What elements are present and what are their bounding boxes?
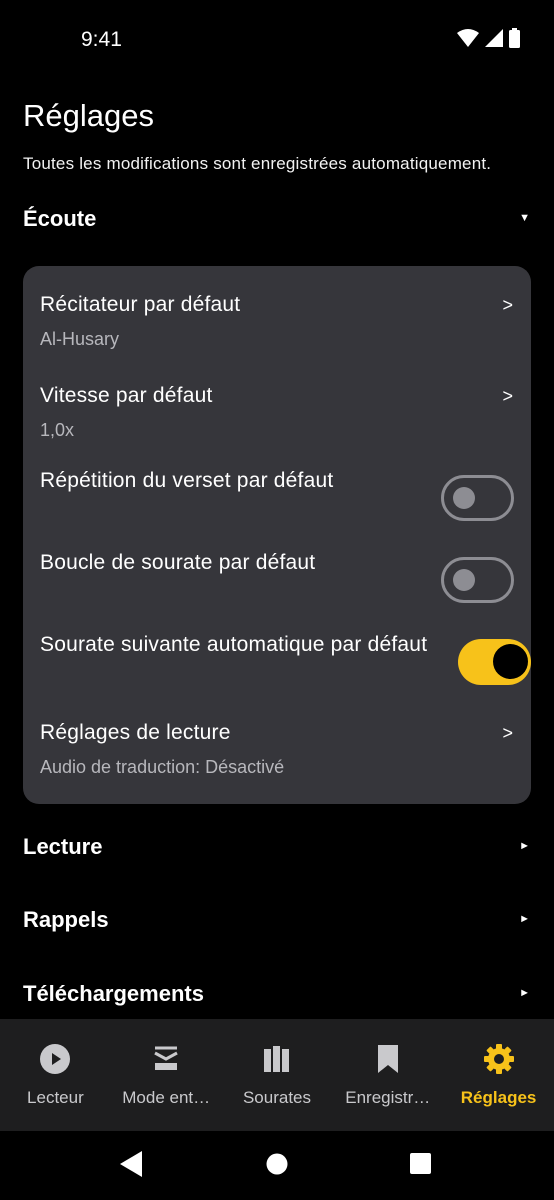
- section-reading-header[interactable]: Lecture ►: [0, 824, 554, 874]
- row-value: Al-Husary: [40, 329, 120, 349]
- chevron-right-icon: >: [502, 723, 513, 743]
- expand-arrow-icon: ►: [519, 987, 530, 999]
- row-title: Boucle de sourate par défaut: [40, 551, 316, 574]
- auto-next-surah-row[interactable]: Sourate suivante automatique par défaut: [23, 612, 531, 694]
- gear-icon: [483, 1043, 515, 1075]
- system-navigation-bar: [0, 1131, 554, 1200]
- repeat-verse-toggle[interactable]: [441, 475, 514, 521]
- chevron-right-icon: >: [502, 386, 513, 406]
- row-value: 1,0x: [40, 420, 75, 440]
- section-title: Lecture: [23, 834, 103, 859]
- section-title: Rappels: [23, 907, 109, 932]
- listening-settings-card: Récitateur par défaut Al-Husary > Vitess…: [23, 266, 531, 804]
- toggle-knob: [453, 487, 475, 509]
- row-title: Sourate suivante automatique par défaut: [40, 633, 428, 656]
- nav-label: Enregistr…: [345, 1088, 431, 1107]
- status-bar: 9:41: [0, 0, 554, 80]
- nav-label: Réglages: [460, 1088, 537, 1107]
- toggle-knob: [493, 644, 528, 679]
- nav-item-player[interactable]: Lecteur: [0, 1019, 111, 1131]
- bookmark-icon: [372, 1043, 404, 1075]
- loop-surah-toggle[interactable]: [441, 557, 514, 603]
- status-icons: [457, 28, 520, 48]
- recents-icon[interactable]: [410, 1153, 431, 1174]
- status-time: 9:41: [81, 28, 122, 51]
- default-speed-row[interactable]: Vitesse par défaut 1,0x >: [23, 356, 531, 448]
- bottom-navigation: Lecteur Mode ent… Sourates Enregistr… Ré…: [0, 1019, 554, 1131]
- row-title: Réglages de lecture: [40, 721, 231, 744]
- expand-arrow-icon: ►: [519, 913, 530, 925]
- row-title: Récitateur par défaut: [40, 293, 241, 316]
- toggle-knob: [453, 569, 475, 591]
- row-title: Répétition du verset par défaut: [40, 469, 334, 492]
- stack-icon: [150, 1043, 182, 1075]
- default-reciter-row[interactable]: Récitateur par défaut Al-Husary >: [23, 266, 531, 356]
- page-title: Réglages: [23, 98, 154, 133]
- nav-item-training-mode[interactable]: Mode ent…: [111, 1019, 222, 1131]
- section-reminders-header[interactable]: Rappels ►: [0, 897, 554, 947]
- back-icon[interactable]: [120, 1151, 142, 1177]
- section-listening-header[interactable]: Écoute ▼: [0, 196, 554, 246]
- page-subtitle: Toutes les modifications sont enregistré…: [23, 154, 492, 173]
- nav-item-saved[interactable]: Enregistr…: [332, 1019, 443, 1131]
- expand-arrow-icon: ►: [519, 840, 530, 852]
- nav-item-surahs[interactable]: Sourates: [222, 1019, 333, 1131]
- home-icon[interactable]: [266, 1153, 288, 1175]
- nav-label: Mode ent…: [122, 1088, 211, 1107]
- play-circle-icon: [39, 1043, 71, 1075]
- chevron-right-icon: >: [502, 295, 513, 315]
- collapse-arrow-icon: ▼: [519, 212, 530, 224]
- auto-next-surah-toggle[interactable]: [458, 639, 531, 685]
- row-title: Vitesse par défaut: [40, 384, 213, 407]
- wifi-icon: [457, 29, 479, 47]
- section-title: Écoute: [23, 206, 97, 231]
- reading-settings-row[interactable]: Réglages de lecture Audio de traduction:…: [23, 694, 531, 804]
- nav-item-settings[interactable]: Réglages: [443, 1019, 554, 1131]
- nav-label: Sourates: [242, 1088, 312, 1107]
- signal-icon: [485, 29, 503, 47]
- books-icon: [261, 1043, 293, 1075]
- section-title: Téléchargements: [23, 981, 204, 1006]
- row-value: Audio de traduction: Désactivé: [40, 757, 285, 777]
- section-downloads-header[interactable]: Téléchargements ►: [0, 971, 554, 1021]
- nav-label: Lecteur: [27, 1088, 84, 1107]
- battery-icon: [509, 28, 520, 48]
